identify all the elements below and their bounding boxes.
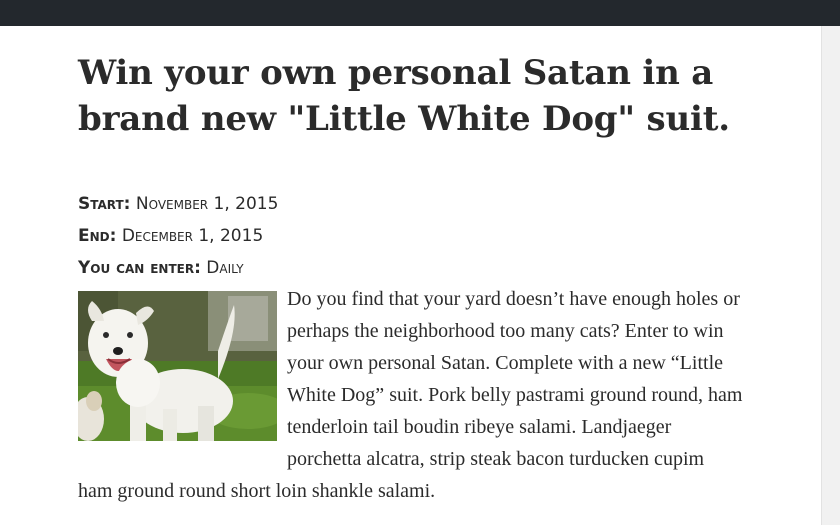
end-date-row: End: December 1, 2015 (78, 220, 278, 252)
start-date-row: Start: November 1, 2015 (78, 188, 278, 220)
end-value: December 1, 2015 (121, 226, 264, 246)
post-title: Win your own personal Satan in a brand n… (78, 53, 730, 139)
giveaway-meta: Start: November 1, 2015 End: December 1,… (78, 188, 278, 284)
start-value: November 1, 2015 (135, 194, 279, 214)
frequency-value: Daily (206, 258, 244, 278)
start-label: Start: (78, 194, 131, 214)
vertical-scrollbar[interactable] (821, 26, 840, 525)
post-body: Do you find that your yard doesn’t have … (78, 283, 743, 507)
post-article: Win your own personal Satan in a brand n… (78, 50, 748, 502)
dog-photo (78, 291, 277, 441)
end-label: End: (78, 226, 117, 246)
frequency-label: You can enter: (78, 258, 201, 278)
admin-bar (0, 0, 840, 26)
entry-frequency-row: You can enter: Daily (78, 252, 278, 284)
